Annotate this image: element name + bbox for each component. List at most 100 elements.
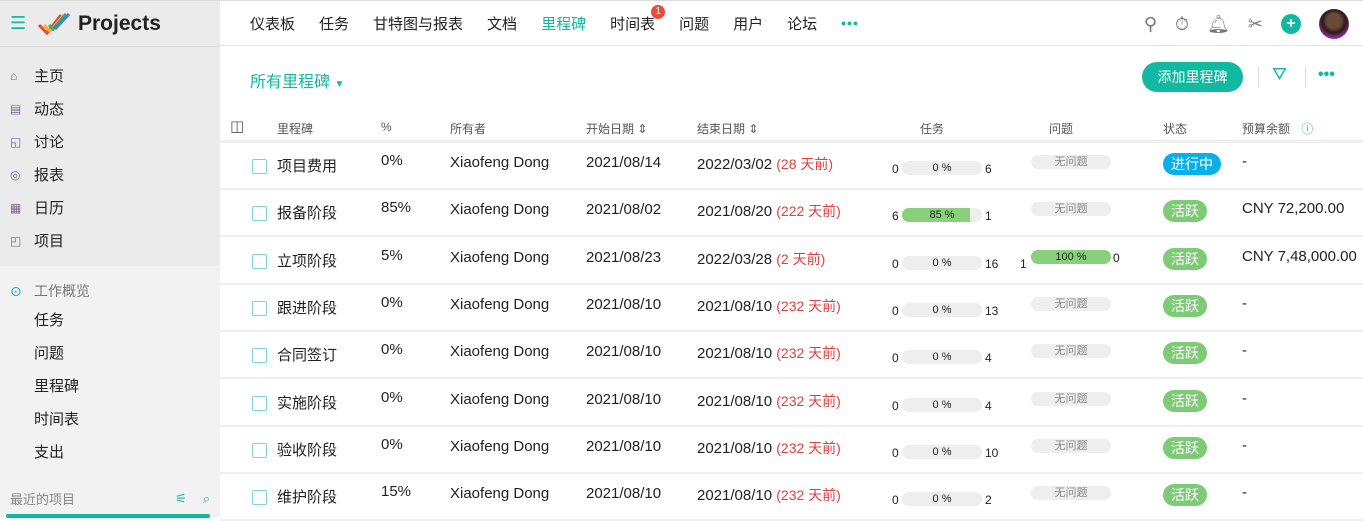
col-owner[interactable]: 所有者 xyxy=(450,120,486,137)
milestone-name[interactable]: 项目费用 xyxy=(277,155,337,176)
table-row[interactable]: 验收阶段 0% Xiaofeng Dong 2021/08/10 2021/08… xyxy=(220,427,1363,474)
owner: Xiaofeng Dong xyxy=(450,437,550,455)
sidebar-subitem[interactable]: 问题 xyxy=(0,337,220,370)
milestone-name[interactable]: 立项阶段 xyxy=(277,250,337,271)
more-tabs-button[interactable]: ••• xyxy=(841,15,859,31)
row-checkbox[interactable] xyxy=(252,159,267,174)
row-checkbox[interactable] xyxy=(252,395,267,411)
owner: Xiaofeng Dong xyxy=(450,390,550,408)
tasks-closed: 10 xyxy=(985,445,999,460)
column-settings-icon[interactable]: ◫ xyxy=(230,117,244,135)
milestone-name[interactable]: 验收阶段 xyxy=(277,439,337,460)
start-date: 2021/08/10 xyxy=(586,295,662,313)
col-budget[interactable]: 预算余额 ⓘ xyxy=(1242,120,1313,137)
tab[interactable]: 时间表 1 xyxy=(610,4,666,34)
home-icon: ⌂ xyxy=(10,68,18,83)
status-badge[interactable]: 活跃 xyxy=(1163,200,1207,223)
owner: Xiaofeng Dong xyxy=(450,343,550,361)
col-milestone[interactable]: 里程碑 xyxy=(277,120,313,137)
milestone-name[interactable]: 合同签订 xyxy=(277,344,337,365)
tab[interactable]: 问题 xyxy=(679,13,709,34)
timer-icon[interactable]: ⏱ xyxy=(1175,14,1189,35)
tab[interactable]: 甘特图与报表 xyxy=(373,13,463,34)
table-row[interactable]: 实施阶段 0% Xiaofeng Dong 2021/08/10 2021/08… xyxy=(220,380,1363,427)
start-date: 2021/08/10 xyxy=(586,437,662,455)
milestone-name[interactable]: 报备阶段 xyxy=(277,202,337,223)
sidebar-subitem[interactable]: 任务 xyxy=(0,304,220,337)
more-options-button[interactable]: ••• xyxy=(1318,66,1335,84)
col-start-date[interactable]: 开始日期 ⇕ xyxy=(586,120,647,137)
table-row[interactable]: 项目费用 0% Xiaofeng Dong 2021/08/14 2022/03… xyxy=(220,143,1363,190)
table-row[interactable]: 合同签订 0% Xiaofeng Dong 2021/08/10 2021/08… xyxy=(220,332,1363,380)
milestone-name[interactable]: 维护阶段 xyxy=(277,486,337,507)
status-badge[interactable]: 活跃 xyxy=(1163,436,1207,459)
search-icon[interactable]: ⚲ xyxy=(1144,14,1157,35)
sidebar-subitem[interactable]: 时间表 xyxy=(0,403,220,436)
end-date: 2021/08/20 (222 天前) xyxy=(697,203,841,221)
sidebar-item[interactable]: ⌂ 主页 xyxy=(0,59,220,92)
tab[interactable]: 里程碑 xyxy=(541,13,586,34)
menu-icon[interactable]: ☰ xyxy=(10,13,32,34)
tab[interactable]: 文档 xyxy=(487,13,517,34)
tab[interactable]: 仪表板 xyxy=(250,13,295,34)
row-checkbox[interactable] xyxy=(252,490,267,506)
add-milestone-button[interactable]: 添加里程碑 xyxy=(1142,62,1243,92)
sidebar-item[interactable]: ▦ 日历 xyxy=(0,191,220,224)
table-row[interactable]: 报备阶段 85% Xiaofeng Dong 2021/08/02 2021/0… xyxy=(220,190,1363,238)
sidebar-item-label: 项目 xyxy=(34,233,65,250)
search-icon[interactable]: ⌕ xyxy=(203,491,210,507)
end-date: 2022/03/02 (28 天前) xyxy=(697,156,834,173)
tasks-open: 0 xyxy=(892,256,899,271)
sidebar-item[interactable]: ◰ 项目 xyxy=(0,224,220,257)
status-badge[interactable]: 活跃 xyxy=(1163,342,1207,365)
no-issues-label: 无问题 xyxy=(1031,438,1111,453)
table-row[interactable]: 跟进阶段 0% Xiaofeng Dong 2021/08/10 2021/08… xyxy=(220,285,1363,332)
avatar[interactable] xyxy=(1319,9,1349,39)
row-checkbox[interactable] xyxy=(252,206,267,222)
sidebar-subitem[interactable]: 支出 xyxy=(0,436,220,469)
milestone-name[interactable]: 跟进阶段 xyxy=(277,297,337,318)
tasks-closed: 4 xyxy=(985,398,992,413)
status-badge[interactable]: 活跃 xyxy=(1163,484,1207,507)
tab[interactable]: 用户 xyxy=(733,13,763,34)
sidebar-item[interactable]: ◎ 报表 xyxy=(0,158,220,191)
col-percent[interactable]: % xyxy=(381,120,392,134)
no-issues-label: 无问题 xyxy=(1031,155,1111,169)
no-issues-label: 无问题 xyxy=(1031,391,1111,406)
milestone-filter-dropdown[interactable]: 所有里程碑 ▼ xyxy=(250,68,344,92)
no-issues-label: 无问题 xyxy=(1031,296,1111,311)
sidebar-item[interactable]: ▤ 动态 xyxy=(0,92,220,125)
row-checkbox[interactable] xyxy=(252,253,267,269)
tab[interactable]: 论坛 xyxy=(787,13,817,34)
status-badge[interactable]: 活跃 xyxy=(1163,389,1207,412)
briefcase-icon: ◰ xyxy=(10,233,22,248)
bell-icon[interactable]: 🔔︎ xyxy=(1207,14,1230,35)
sidebar-subitem[interactable]: 里程碑 xyxy=(0,370,220,403)
row-checkbox[interactable] xyxy=(252,348,267,364)
discussion-icon: ◱ xyxy=(10,134,22,149)
col-issues[interactable]: 问题 xyxy=(1049,120,1073,137)
tab[interactable]: 任务 xyxy=(319,13,349,34)
table-row[interactable]: 维护阶段 15% Xiaofeng Dong 2021/08/10 2021/0… xyxy=(220,474,1363,521)
tasks-closed: 16 xyxy=(985,256,999,271)
table-row[interactable]: 立项阶段 5% Xiaofeng Dong 2021/08/23 2022/03… xyxy=(220,238,1363,285)
sidebar-item[interactable]: ◱ 讨论 xyxy=(0,125,220,158)
no-issues-label: 无问题 xyxy=(1031,486,1111,501)
recent-project-item[interactable] xyxy=(6,514,210,518)
section-work-overview[interactable]: ⊙ 工作概览 xyxy=(0,278,220,304)
filter-icon[interactable]: ⛛ xyxy=(1272,64,1287,85)
row-checkbox[interactable] xyxy=(252,300,267,316)
tools-icon[interactable]: ✂ xyxy=(1248,14,1263,35)
status-badge[interactable]: 进行中 xyxy=(1163,153,1221,175)
col-tasks[interactable]: 任务 xyxy=(920,120,944,137)
settings-sliders-icon[interactable]: ⚟ xyxy=(175,491,187,507)
row-checkbox[interactable] xyxy=(252,442,267,458)
tasks-open: 0 xyxy=(892,398,899,413)
add-icon[interactable]: + xyxy=(1281,14,1301,34)
col-status[interactable]: 状态 xyxy=(1163,120,1187,137)
collapse-icon[interactable]: ⊙ xyxy=(10,283,34,300)
milestone-name[interactable]: 实施阶段 xyxy=(277,392,337,413)
status-badge[interactable]: 活跃 xyxy=(1163,294,1207,317)
status-badge[interactable]: 活跃 xyxy=(1163,247,1207,270)
col-end-date[interactable]: 结束日期 ⇕ xyxy=(697,120,758,137)
